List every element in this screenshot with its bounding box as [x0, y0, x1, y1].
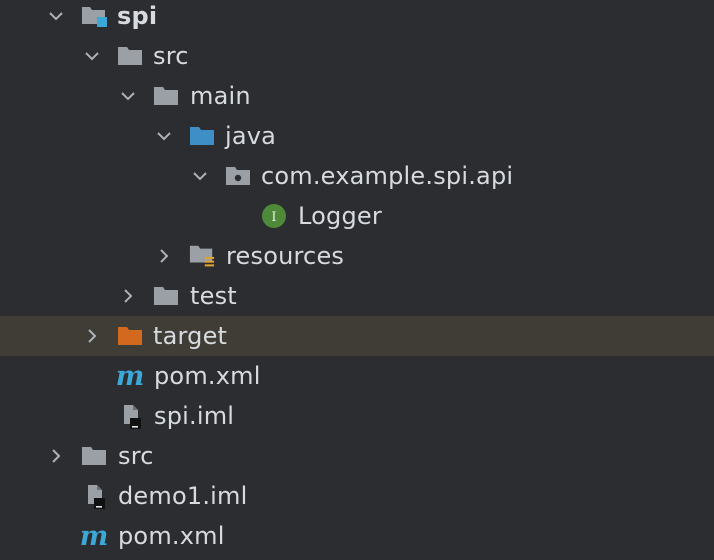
- folder-icon: [81, 436, 107, 476]
- folder-icon: [117, 36, 143, 76]
- tree-row-main[interactable]: main: [0, 76, 714, 116]
- tree-row-pom-xml-root[interactable]: m pom.xml: [0, 516, 714, 556]
- module-folder-icon: [81, 0, 107, 36]
- tree-item-label: pom.xml: [118, 522, 225, 550]
- tree-item-label: com.example.spi.api: [261, 162, 514, 190]
- iml-file-icon: [82, 476, 108, 516]
- chevron-down-icon[interactable]: [118, 76, 138, 116]
- tree-item-label: resources: [226, 242, 345, 270]
- folder-icon: [153, 276, 179, 316]
- source-root-folder-icon: [189, 116, 215, 156]
- tree-row-src[interactable]: src: [0, 36, 714, 76]
- tree-row-pom-xml[interactable]: m pom.xml: [0, 356, 714, 396]
- tree-item-label: pom.xml: [154, 362, 261, 390]
- tree-item-label: src: [118, 442, 154, 470]
- project-tree: spi src main java com.example.spi.api I …: [0, 0, 714, 560]
- tree-item-label: Logger: [298, 202, 382, 230]
- folder-icon: [153, 76, 179, 116]
- tree-row-package[interactable]: com.example.spi.api: [0, 156, 714, 196]
- tree-item-label: demo1.iml: [118, 482, 248, 510]
- tree-item-label: src: [153, 42, 189, 70]
- package-icon: [225, 156, 251, 196]
- chevron-down-icon[interactable]: [82, 36, 102, 76]
- interface-icon: I: [261, 196, 287, 236]
- tree-item-label: spi.iml: [154, 402, 235, 430]
- chevron-down-icon[interactable]: [46, 0, 66, 36]
- tree-item-label: test: [190, 282, 237, 310]
- chevron-right-icon[interactable]: [118, 276, 138, 316]
- tree-item-label: target: [153, 322, 228, 350]
- tree-item-label: main: [190, 82, 251, 110]
- tree-row-target[interactable]: target: [0, 316, 714, 356]
- tree-row-resources[interactable]: resources: [0, 236, 714, 276]
- tree-row-src-root[interactable]: src: [0, 436, 714, 476]
- tree-item-label: java: [225, 122, 277, 150]
- iml-file-icon: [118, 396, 144, 436]
- chevron-down-icon[interactable]: [154, 116, 174, 156]
- maven-icon: m: [79, 520, 109, 552]
- excluded-folder-icon: [117, 316, 143, 356]
- tree-row-demo1-iml[interactable]: demo1.iml: [0, 476, 714, 516]
- chevron-down-icon[interactable]: [190, 156, 210, 196]
- tree-row-spi-iml[interactable]: spi.iml: [0, 396, 714, 436]
- chevron-right-icon[interactable]: [46, 436, 66, 476]
- tree-row-java[interactable]: java: [0, 116, 714, 156]
- interface-glyph: I: [271, 210, 276, 225]
- chevron-right-icon[interactable]: [82, 316, 102, 356]
- tree-row-spi-module[interactable]: spi: [0, 0, 714, 36]
- maven-icon: m: [115, 360, 145, 392]
- chevron-right-icon[interactable]: [154, 236, 174, 276]
- tree-row-logger[interactable]: I Logger: [0, 196, 714, 236]
- tree-row-test[interactable]: test: [0, 276, 714, 316]
- tree-item-label: spi: [117, 2, 158, 30]
- resources-folder-icon: [189, 236, 215, 276]
